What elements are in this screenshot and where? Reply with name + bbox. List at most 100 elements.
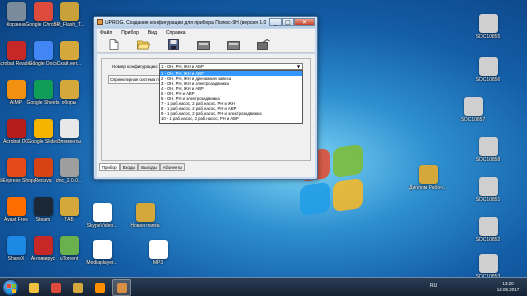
avast-icon	[6, 197, 26, 216]
antivirus-icon	[33, 236, 53, 255]
desktop-icon-label: SDC10856	[475, 77, 501, 83]
document-desktop-shortcut[interactable]: Элементы	[51, 119, 87, 145]
photo-desktop-shortcut[interactable]: SDC10855	[470, 14, 506, 40]
chevron-down-icon[interactable]: ▼	[295, 64, 302, 69]
video-file-icon	[92, 240, 112, 259]
folder-icon	[59, 41, 79, 60]
config-option[interactable]: 10 - 1 раб.насос, 2 раб.насос, РН и АВР	[160, 116, 302, 121]
archive-desktop-shortcut[interactable]: dnc_2.0.0...	[51, 158, 87, 184]
config-select-value: 1 - ОН, РН, ЖН и АВР	[161, 64, 204, 69]
system-clock[interactable]: 13:20 14.06.2017	[492, 281, 524, 293]
chrome-icon	[33, 2, 53, 21]
acrobat-icon	[6, 41, 26, 60]
folder-desktop-shortcut[interactable]: Диплом Рабоч...	[409, 165, 447, 191]
desktop: КорзинаGoogle ChromeSP_Flash_T...Acrobat…	[0, 0, 527, 296]
menu-bar: Файл Прибор Вид Справка	[97, 29, 315, 37]
folder-desktop-shortcut[interactable]: Скай.нет...	[51, 41, 87, 67]
config-dropdown-list: 1 - ОН, РН, ЖН и АВР 2 - ОН, РН, ЖН и дре…	[159, 70, 303, 124]
save-icon[interactable]	[167, 39, 180, 50]
steam-icon	[33, 197, 53, 216]
desktop-icon-label: Элементы	[57, 139, 81, 145]
menu-device[interactable]: Прибор	[121, 30, 139, 36]
desktop-icon-label: MP3	[152, 260, 164, 266]
photo-icon	[478, 254, 498, 273]
read-device-icon[interactable]	[197, 39, 210, 50]
folder-icon	[135, 203, 155, 222]
desktop-icon-label: dnc_2.0.0...	[55, 178, 83, 184]
docs-icon	[33, 41, 53, 60]
taskbar-explorer-button[interactable]	[24, 279, 43, 296]
folder-desktop-shortcut[interactable]: SP_Flash_T...	[51, 2, 87, 28]
open-folder-icon[interactable]	[137, 39, 150, 50]
desktop-icon-label: SP_Flash_T...	[53, 22, 85, 28]
photo-desktop-shortcut[interactable]: SDC10852	[470, 217, 506, 243]
desktop-icon-label: SDC10858	[475, 157, 501, 163]
tab-device[interactable]: Прибор	[99, 163, 120, 171]
desktop-icon-label: SDC10855	[475, 34, 501, 40]
tab-outputs[interactable]: Выходы	[138, 163, 160, 171]
folder-desktop-shortcut[interactable]: оборы	[51, 80, 87, 106]
photo-desktop-shortcut[interactable]: SDC10851	[470, 177, 506, 203]
desktop-icon-label: Mediaplayer...	[86, 260, 118, 266]
write-device-icon[interactable]	[227, 39, 240, 50]
recuva-icon	[33, 158, 53, 177]
start-button[interactable]	[2, 279, 19, 296]
audio-file-icon	[148, 240, 168, 259]
audio-file-desktop-shortcut[interactable]: MP3	[140, 240, 176, 266]
folder-desktop-shortcut[interactable]: Новая папка	[127, 203, 163, 229]
uprog-icon	[116, 282, 127, 293]
menu-file[interactable]: Файл	[100, 30, 112, 36]
config-number-select[interactable]: 1 - ОН, РН, ЖН и АВР ▼	[159, 63, 303, 70]
maximize-button[interactable]: □	[282, 18, 294, 26]
taskbar-chrome-button[interactable]	[46, 279, 65, 296]
utorrent-desktop-shortcut[interactable]: uTorrent	[51, 236, 87, 262]
explorer-icon	[28, 282, 39, 293]
aliexpress-icon	[6, 158, 26, 177]
tab-subscribers[interactable]: Абоненты	[159, 163, 186, 171]
clock-date: 14.06.2017	[496, 287, 520, 292]
folder-desktop-shortcut[interactable]: ТАБ	[51, 197, 87, 223]
photo-desktop-shortcut[interactable]: SDC10856	[470, 57, 506, 83]
document-icon	[92, 203, 112, 222]
desktop-icon-label: SDC10857	[460, 117, 486, 123]
language-indicator[interactable]: RU	[430, 283, 437, 289]
tab-inputs[interactable]: Входы	[119, 163, 139, 171]
minimize-button[interactable]: _	[269, 18, 282, 26]
folder-icon	[59, 80, 79, 99]
window-titlebar[interactable]: UPROG. Создание конфигурации для прибора…	[94, 17, 317, 28]
system-type-field: Спринклерная система пожа...	[108, 75, 170, 84]
desktop-icon-label: Новая папка	[130, 223, 160, 229]
utorrent-icon	[59, 236, 79, 255]
document-icon	[59, 119, 79, 138]
photo-icon	[463, 97, 483, 116]
photo-desktop-shortcut[interactable]: SDC10857	[455, 97, 491, 123]
folder-icon	[59, 197, 79, 216]
uprog-app-icon	[97, 19, 103, 25]
sheets-icon	[33, 80, 53, 99]
desktop-icon-label: SDC10852	[475, 237, 501, 243]
photo-icon	[478, 217, 498, 236]
program-icon[interactable]	[257, 39, 270, 50]
menu-view[interactable]: Вид	[148, 30, 157, 36]
photo-desktop-shortcut[interactable]: SDC10858	[470, 137, 506, 163]
photo-icon	[478, 14, 498, 33]
media-player-icon	[94, 282, 105, 293]
desktop-icon-label: SkypeVideo...	[86, 223, 118, 229]
taskbar-uprog-button[interactable]	[112, 279, 131, 296]
folder-icon	[59, 2, 79, 21]
desktop-icon-label: Скай.нет...	[56, 61, 82, 67]
client-area: Номер конфигурации: 1 - ОН, РН, ЖН и АВР…	[97, 54, 315, 177]
aimp-icon	[6, 80, 26, 99]
document-desktop-shortcut[interactable]: SkypeVideo...	[84, 203, 120, 229]
config-panel: Номер конфигурации: 1 - ОН, РН, ЖН и АВР…	[101, 58, 311, 161]
desktop-icon-label: Диплом Рабоч...	[409, 185, 447, 191]
close-button[interactable]: ✕	[294, 18, 315, 26]
video-file-desktop-shortcut[interactable]: Mediaplayer...	[84, 240, 120, 266]
desktop-icon-label: SDC10851	[475, 197, 501, 203]
menu-help[interactable]: Справка	[166, 30, 186, 36]
recycle-bin-icon	[6, 2, 26, 21]
new-document-icon[interactable]	[107, 39, 120, 50]
taskbar-media-player-button[interactable]	[90, 279, 109, 296]
photo-icon	[478, 137, 498, 156]
taskbar-folder-button[interactable]	[68, 279, 87, 296]
